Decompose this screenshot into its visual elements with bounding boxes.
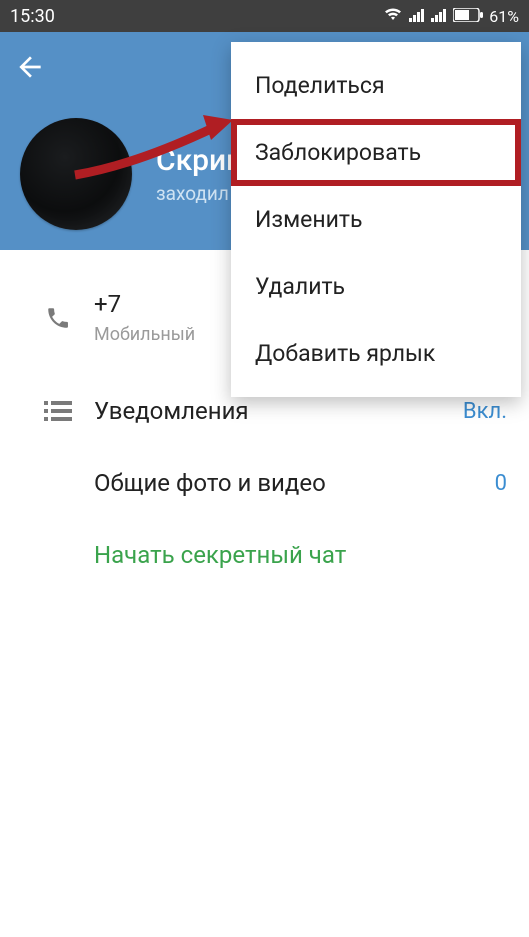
start-secret-chat-row[interactable]: Начать секретный чат <box>0 519 529 591</box>
back-icon[interactable] <box>14 51 46 91</box>
battery-percent: 61% <box>489 7 519 26</box>
menu-delete[interactable]: Удалить <box>231 253 521 320</box>
overflow-menu: Поделиться Заблокировать Изменить Удалит… <box>231 42 521 397</box>
shared-media-row[interactable]: Общие фото и видео 0 <box>0 447 529 519</box>
menu-add-shortcut[interactable]: Добавить ярлык <box>231 320 521 387</box>
status-bar: 15:30 61% <box>0 0 529 32</box>
battery-icon <box>453 7 483 26</box>
shared-media-label: Общие фото и видео <box>94 469 495 497</box>
phone-icon <box>22 305 94 331</box>
shared-media-count: 0 <box>495 471 507 496</box>
notifications-value: Вкл. <box>463 399 507 424</box>
status-right: 61% <box>383 6 519 26</box>
list-icon <box>22 401 94 421</box>
signal-icon-2 <box>431 7 447 26</box>
notifications-label: Уведомления <box>94 397 463 425</box>
avatar[interactable] <box>20 118 132 230</box>
signal-icon <box>409 7 425 26</box>
status-time: 15:30 <box>10 6 55 27</box>
menu-edit[interactable]: Изменить <box>231 186 521 253</box>
wifi-icon <box>383 6 403 26</box>
menu-share[interactable]: Поделиться <box>231 52 521 119</box>
start-secret-chat-label: Начать секретный чат <box>94 541 507 569</box>
menu-block[interactable]: Заблокировать <box>231 119 521 186</box>
